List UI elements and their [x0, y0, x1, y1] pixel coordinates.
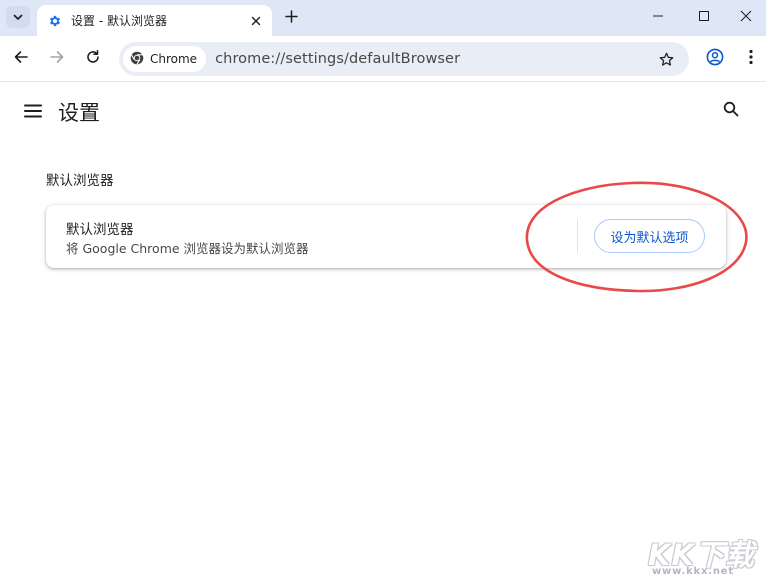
site-info-label: Chrome — [150, 52, 198, 66]
close-icon — [740, 7, 752, 26]
minimize-icon — [652, 7, 664, 26]
new-tab-button[interactable] — [281, 7, 301, 27]
gear-icon — [48, 14, 62, 28]
kebab-icon — [749, 49, 753, 69]
tab-settings[interactable]: 设置 - 默认浏览器 — [37, 5, 272, 36]
arrow-right-icon — [49, 49, 65, 69]
maximize-button[interactable] — [680, 0, 728, 32]
reload-button[interactable] — [81, 47, 105, 71]
hamburger-icon — [24, 103, 42, 122]
row-description: 将 Google Chrome 浏览器设为默认浏览器 — [66, 241, 309, 256]
site-info-chip[interactable]: Chrome — [123, 46, 207, 72]
browser-menu-button[interactable] — [739, 47, 763, 71]
search-settings-button[interactable] — [720, 100, 742, 122]
close-window-button[interactable] — [726, 0, 766, 32]
profile-icon — [706, 48, 724, 70]
chrome-icon — [130, 50, 144, 69]
tab-strip: 设置 - 默认浏览器 — [0, 0, 766, 36]
tab-search-button[interactable] — [6, 6, 30, 28]
minimize-button[interactable] — [634, 0, 682, 32]
address-bar[interactable]: Chrome chrome://settings/defaultBrowser — [119, 42, 689, 76]
row-label: 默认浏览器 — [66, 222, 134, 238]
maximize-icon — [698, 7, 710, 26]
back-button[interactable] — [9, 47, 33, 71]
search-icon — [723, 101, 739, 121]
page-title: 设置 — [58, 101, 100, 125]
chevron-down-icon — [12, 8, 24, 27]
url-text[interactable]: chrome://settings/defaultBrowser — [215, 51, 460, 67]
forward-button[interactable] — [45, 47, 69, 71]
profile-button[interactable] — [703, 47, 727, 71]
tab-title: 设置 - 默认浏览器 — [71, 14, 167, 28]
section-title: 默认浏览器 — [46, 173, 114, 189]
annotation-ellipse — [525, 181, 748, 293]
arrow-left-icon — [13, 49, 29, 69]
browser-toolbar: Chrome chrome://settings/defaultBrowser — [0, 36, 766, 82]
star-icon[interactable] — [657, 50, 675, 68]
plus-icon — [284, 8, 298, 27]
settings-menu-button[interactable] — [22, 101, 44, 123]
close-icon[interactable] — [248, 13, 264, 29]
reload-icon — [85, 49, 101, 69]
watermark-url: www.kkx.net — [652, 566, 734, 577]
